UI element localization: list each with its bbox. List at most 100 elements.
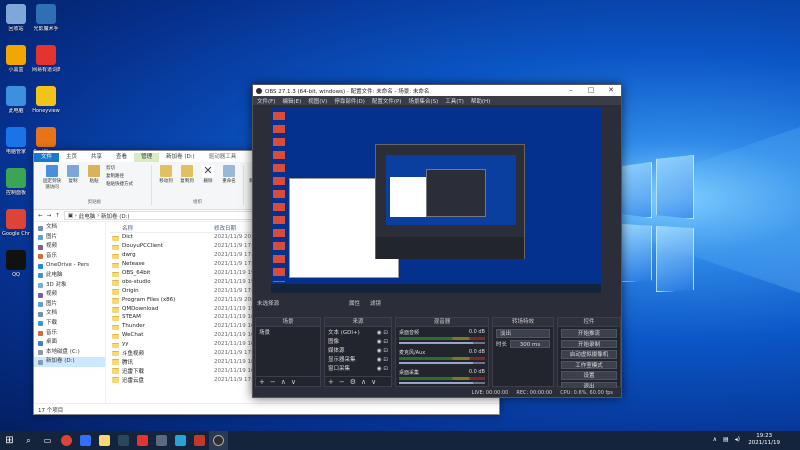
nav-item[interactable]: 此电脑 (34, 271, 105, 281)
control-button[interactable]: 开始录制 (561, 339, 617, 348)
tab-home[interactable]: 主页 (59, 153, 84, 162)
desktop-icon[interactable]: 电脑管家 (2, 127, 30, 165)
source-item[interactable]: 媒体源 ◉ ⊡ (328, 347, 388, 356)
nav-item[interactable]: 音乐 (34, 329, 105, 339)
copy-button[interactable]: 复制 (64, 165, 82, 190)
taskbar-chrome[interactable] (57, 431, 76, 450)
nav-item[interactable]: 下载 (34, 319, 105, 329)
desktop-icon[interactable]: Honeyview (32, 86, 60, 124)
volume-slider[interactable] (399, 362, 485, 364)
control-button[interactable]: 设置 (561, 371, 617, 380)
add-icon[interactable]: + (328, 378, 334, 386)
close-icon[interactable]: ✕ (601, 85, 621, 96)
volume-slider[interactable] (399, 342, 485, 344)
nav-item[interactable]: 音乐 (34, 252, 105, 262)
source-item[interactable]: 图像 ◉ ⊡ (328, 338, 388, 347)
obs-preview[interactable] (271, 108, 601, 293)
taskbar-app[interactable] (190, 431, 209, 450)
source-item[interactable]: 文本 (GDI+) ◉ ⊡ (328, 329, 388, 338)
desktop-icon[interactable]: QQ (2, 250, 30, 288)
taskbar-app[interactable] (152, 431, 171, 450)
nav-item[interactable]: 视频 (34, 290, 105, 300)
desktop-icon[interactable]: Google Chrome (2, 209, 30, 247)
column-name[interactable]: 名称 (110, 224, 214, 232)
gear-icon[interactable]: ⚙ (350, 378, 356, 386)
obs-window[interactable]: OBS 27.1.3 (64-bit, windows) - 配置文件: 未命名… (252, 84, 622, 398)
minimize-icon[interactable]: – (561, 85, 581, 96)
taskbar-explorer[interactable] (95, 431, 114, 450)
forward-icon[interactable]: → (47, 213, 52, 219)
taskbar-app[interactable] (133, 431, 152, 450)
copy-path-button[interactable]: 复制路径 (106, 173, 146, 179)
move-down-icon[interactable]: ∨ (371, 378, 376, 386)
menu-item[interactable]: 编辑(E) (282, 97, 301, 105)
breadcrumb-drive[interactable]: 新加卷 (D:) (101, 212, 130, 220)
menu-item[interactable]: 停靠部件(D) (334, 97, 365, 105)
control-button[interactable]: 启动虚拟摄像机 (561, 350, 617, 359)
breadcrumb-pc[interactable]: 此电脑 (79, 212, 96, 220)
network-icon[interactable]: ▤ (723, 436, 729, 443)
desktop-icon[interactable]: 小黑盒 (2, 45, 30, 83)
rename-button[interactable]: 重命名 (220, 165, 238, 184)
nav-item[interactable]: 本地磁盘 (C:) (34, 348, 105, 358)
tab-manage[interactable]: 管理 (134, 153, 160, 162)
tab-file[interactable]: 文件 (34, 153, 60, 162)
maximize-icon[interactable]: □ (581, 85, 601, 96)
nav-item[interactable]: 3D 对象 (34, 281, 105, 291)
nav-item[interactable]: 图片 (34, 300, 105, 310)
taskbar-app[interactable] (171, 431, 190, 450)
nav-item[interactable]: 文档 (34, 223, 105, 233)
menu-item[interactable]: 视图(V) (308, 97, 327, 105)
add-icon[interactable]: + (259, 378, 265, 386)
move-up-icon[interactable]: ∧ (361, 378, 366, 386)
paste-shortcut-button[interactable]: 粘贴快捷方式 (106, 181, 146, 187)
up-icon[interactable]: ↑ (55, 213, 60, 219)
eye-lock-icon[interactable]: ◉ ⊡ (377, 356, 388, 365)
start-button[interactable]: ⊞ (0, 431, 19, 450)
paste-button[interactable]: 粘贴 (85, 165, 103, 190)
remove-icon[interactable]: − (270, 378, 276, 386)
nav-item[interactable]: 图片 (34, 233, 105, 243)
tab-drive-tools[interactable]: 驱动器工具 (202, 153, 244, 162)
tab-view[interactable]: 查看 (109, 153, 134, 162)
move-up-icon[interactable]: ∧ (281, 378, 286, 386)
nav-item[interactable]: 视频 (34, 242, 105, 252)
cut-button[interactable]: 剪切 (106, 165, 146, 171)
eye-lock-icon[interactable]: ◉ ⊡ (377, 329, 388, 338)
source-item[interactable]: 显示器采集 ◉ ⊡ (328, 356, 388, 365)
nav-item[interactable]: OneDrive - Pers (34, 261, 105, 271)
transition-select[interactable]: 淡出 (496, 329, 550, 338)
filters-button[interactable]: 滤镜 (370, 299, 381, 307)
copy-to-button[interactable]: 复制到 (178, 165, 196, 184)
desktop-icon[interactable]: 网易有道词典 (32, 45, 60, 83)
control-button[interactable]: 开始推流 (561, 329, 617, 338)
taskbar-obs[interactable] (209, 431, 228, 450)
delete-button[interactable]: ✕ 删除 (199, 165, 217, 184)
move-down-icon[interactable]: ∨ (291, 378, 296, 386)
desktop-icon[interactable]: 控制面板 (2, 168, 30, 206)
desktop-icon[interactable]: 光影魔术手 (32, 4, 60, 42)
nav-item[interactable]: 桌面 (34, 338, 105, 348)
source-item[interactable]: 窗口采集 ◉ ⊡ (328, 365, 388, 374)
eye-lock-icon[interactable]: ◉ ⊡ (377, 365, 388, 374)
nav-item[interactable]: 新加卷 (D:) (34, 357, 105, 367)
menu-item[interactable]: 帮助(H) (471, 97, 490, 105)
taskbar-steam[interactable] (114, 431, 133, 450)
clock[interactable]: 19:23 2021/11/19 (748, 433, 780, 447)
menu-item[interactable]: 文件(F) (257, 97, 275, 105)
volume-icon[interactable]: ◂) (735, 436, 740, 443)
pin-button[interactable]: 固定到快速访问 (43, 165, 61, 190)
desktop-icon[interactable]: 此电脑 (2, 86, 30, 124)
task-view-button[interactable]: ▭ (38, 431, 57, 450)
chevron-up-icon[interactable]: ∧ (713, 436, 717, 443)
back-icon[interactable]: ← (38, 213, 43, 219)
control-button[interactable]: 工作室模式 (561, 360, 617, 369)
nav-item[interactable]: 文档 (34, 309, 105, 319)
scene-item[interactable]: 场景 (259, 329, 317, 338)
volume-slider[interactable] (399, 382, 485, 384)
menu-item[interactable]: 场景集合(S) (408, 97, 438, 105)
desktop-icon[interactable]: 回收站 (2, 4, 30, 42)
remove-icon[interactable]: − (339, 378, 345, 386)
taskbar-feishu[interactable] (76, 431, 95, 450)
menu-item[interactable]: 工具(T) (445, 97, 464, 105)
